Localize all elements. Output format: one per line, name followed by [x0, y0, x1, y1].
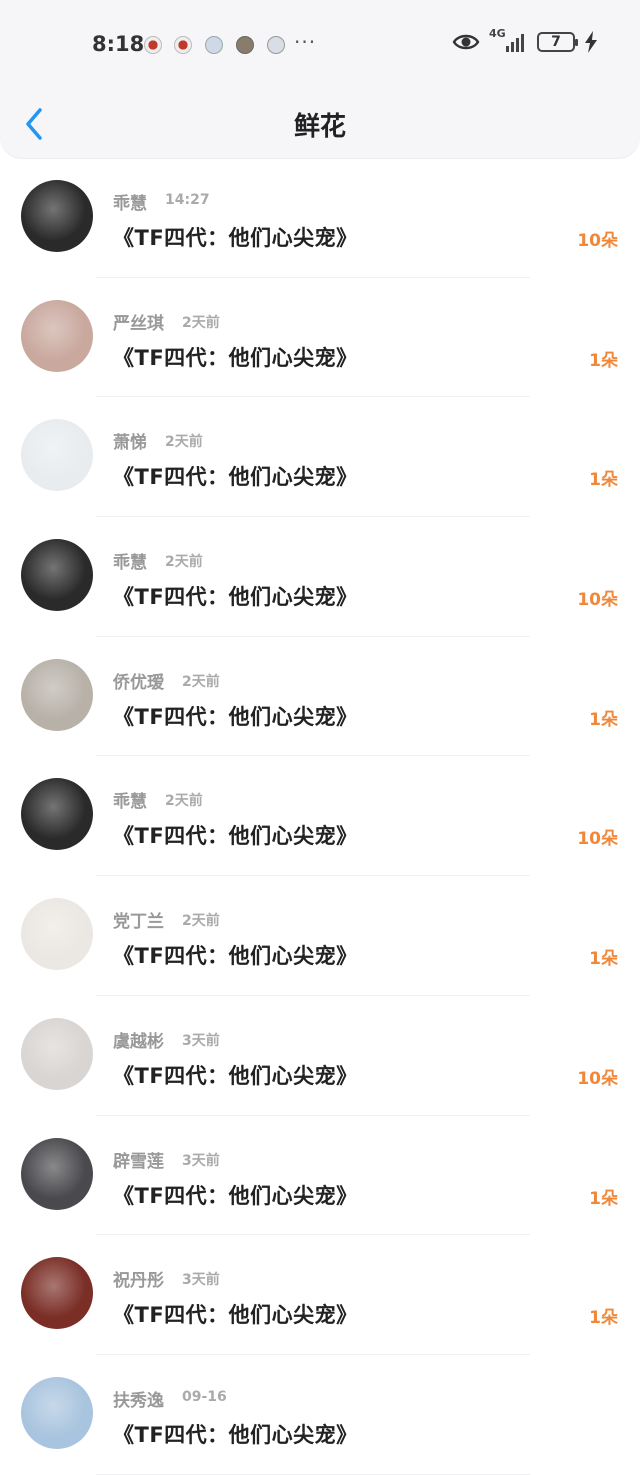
- top-bar: 8:18 ··· 4G 7 鲜花: [0, 0, 640, 158]
- flower-count: 1朵: [589, 350, 618, 371]
- flower-count: 10朵: [577, 829, 618, 850]
- flower-count: 10朵: [577, 231, 618, 251]
- user-name: 严丝琪: [113, 313, 164, 334]
- list-item[interactable]: 党丁兰 2天前《TF四代：他们心尖宠》 1朵: [0, 876, 640, 996]
- timestamp: 2天前: [182, 673, 220, 690]
- avatar[interactable]: [21, 1137, 93, 1210]
- flower-count: 1朵: [589, 709, 618, 730]
- status-time: 8:18: [92, 32, 145, 56]
- flower-list: 乖慧 14:27 《TF四代：他们心尖宠》 10朵 严丝琪 2天前 《TF四代：他们心尖宠》…: [0, 158, 640, 1475]
- user-name: 辟雪莲: [113, 1151, 164, 1172]
- eye-icon: [452, 34, 480, 50]
- flower-count: 1朵: [589, 1308, 618, 1329]
- book-title[interactable]: 《TF四代：他们心尖宠》: [113, 342, 358, 372]
- avatar[interactable]: [21, 1257, 93, 1330]
- notification-icon: [144, 36, 162, 54]
- notification-icon: [174, 36, 192, 54]
- user-name: 乖慧: [113, 792, 147, 813]
- flower-count: 10朵: [577, 590, 618, 611]
- notification-icon: [236, 36, 254, 54]
- timestamp: 2天前: [182, 314, 220, 331]
- list-item[interactable]: 严丝琪 2天前《TF四代：他们心尖宠》 1朵: [0, 278, 640, 398]
- timestamp: 09-16: [182, 1388, 227, 1405]
- user-name: 祝丹彤: [113, 1271, 164, 1292]
- status-bar: 8:18 ··· 4G 7: [0, 22, 640, 66]
- user-name: 乖慧: [113, 194, 147, 214]
- more-notifications: ···: [294, 30, 317, 54]
- timestamp: 3天前: [182, 1272, 220, 1289]
- page-title: 鲜花: [293, 112, 346, 142]
- notification-icon: [267, 36, 285, 54]
- timestamp: 2天前: [165, 554, 203, 571]
- book-title[interactable]: 《TF四代：他们心尖宠》: [113, 940, 358, 970]
- list-item[interactable]: 祝丹彤 3天前《TF四代：他们心尖宠》 1朵: [0, 1235, 640, 1355]
- book-title[interactable]: 《TF四代：他们心尖宠》: [113, 1299, 358, 1329]
- avatar[interactable]: [21, 419, 93, 492]
- list-item[interactable]: 乖慧 2天前《TF四代：他们心尖宠》 10朵: [0, 517, 640, 637]
- list-item[interactable]: 虞越彬 3天前《TF四代：他们心尖宠》 10朵: [0, 996, 640, 1116]
- user-name: 党丁兰: [113, 912, 164, 933]
- timestamp: 2天前: [165, 434, 203, 451]
- book-title[interactable]: 《TF四代：他们心尖宠》: [113, 1060, 358, 1090]
- book-title[interactable]: 《TF四代：他们心尖宠》: [113, 222, 358, 252]
- avatar[interactable]: [21, 1017, 93, 1090]
- book-title[interactable]: 《TF四代：他们心尖宠》: [113, 701, 358, 731]
- user-name: 萧悌: [113, 433, 147, 454]
- timestamp: 14:27: [165, 192, 210, 208]
- flower-count: 10朵: [577, 1068, 618, 1089]
- flower-count: 1朵: [589, 1188, 618, 1209]
- book-title[interactable]: 《TF四代：他们心尖宠》: [113, 461, 358, 491]
- notification-icon: [205, 36, 223, 54]
- timestamp: 3天前: [182, 1032, 220, 1049]
- avatar[interactable]: [21, 539, 93, 612]
- divider: [96, 1473, 530, 1475]
- avatar[interactable]: [21, 898, 93, 971]
- network-type: 4G: [489, 27, 506, 40]
- list-item[interactable]: 乖慧 14:27 《TF四代：他们心尖宠》 10朵: [0, 158, 640, 278]
- avatar[interactable]: [21, 1376, 93, 1449]
- book-title[interactable]: 《TF四代：他们心尖宠》: [113, 581, 358, 611]
- charging-bolt-icon: [585, 31, 597, 53]
- book-title[interactable]: 《TF四代：他们心尖宠》: [113, 820, 358, 850]
- list-item[interactable]: 辟雪莲 3天前《TF四代：他们心尖宠》 1朵: [0, 1116, 640, 1236]
- avatar[interactable]: [21, 180, 93, 252]
- list-item[interactable]: 扶秀逸 09-16 《TF四代：他们心尖宠》: [0, 1355, 640, 1475]
- flower-count: 1朵: [589, 470, 618, 491]
- book-title[interactable]: 《TF四代：他们心尖宠》: [113, 1419, 358, 1449]
- user-name: 虞越彬: [113, 1031, 164, 1052]
- timestamp: 3天前: [182, 1152, 220, 1169]
- avatar[interactable]: [21, 658, 93, 731]
- user-name: 乖慧: [113, 553, 147, 574]
- avatar[interactable]: [21, 778, 93, 851]
- list-item[interactable]: 乖慧 2天前《TF四代：他们心尖宠》 10朵: [0, 756, 640, 877]
- user-name: 扶秀逸: [113, 1390, 164, 1411]
- signal-icon: [506, 34, 524, 52]
- timestamp: 2天前: [182, 913, 220, 930]
- list-item[interactable]: 侨优瑷 2天前《TF四代：他们心尖宠》 1朵: [0, 637, 640, 757]
- list-item[interactable]: 萧悌 2天前《TF四代：他们心尖宠》 1朵: [0, 397, 640, 518]
- book-title[interactable]: 《TF四代：他们心尖宠》: [113, 1180, 358, 1210]
- user-name: 侨优瑷: [113, 672, 164, 693]
- avatar[interactable]: [21, 299, 93, 372]
- battery-icon: 7: [537, 32, 578, 52]
- timestamp: 2天前: [165, 793, 203, 810]
- flower-count: 1朵: [589, 949, 618, 970]
